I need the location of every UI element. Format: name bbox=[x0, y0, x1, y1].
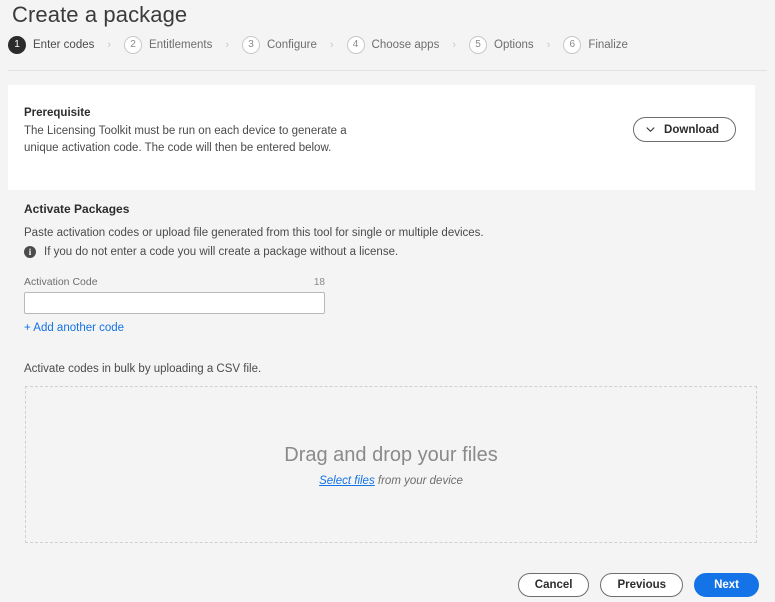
wizard-step-label: Enter codes bbox=[33, 39, 95, 51]
bulk-upload-label: Activate codes in bulk by uploading a CS… bbox=[24, 363, 262, 375]
wizard-step-number: 4 bbox=[346, 36, 365, 54]
wizard-footer: Cancel Previous Next bbox=[517, 573, 759, 597]
download-button[interactable]: Download bbox=[633, 117, 736, 142]
wizard-step-number: 5 bbox=[469, 36, 487, 54]
wizard-step-enter-codes[interactable]: 1 Enter codes bbox=[8, 36, 94, 54]
select-files-link[interactable]: Select files bbox=[319, 475, 375, 487]
wizard-stepper: 1 Enter codes › 2 Entitlements › 3 Configure › 4 C… bbox=[8, 33, 628, 57]
wizard-step-number: 6 bbox=[563, 36, 582, 54]
wizard-step-choose-apps[interactable]: 4 Choose apps bbox=[346, 36, 440, 54]
wizard-step-label: Finalize bbox=[588, 39, 628, 51]
download-button-label: Download bbox=[664, 123, 719, 136]
wizard-step-separator-icon: › bbox=[107, 39, 112, 51]
create-package-wizard: Create a package 1 Enter codes › 2 Entitleme… bbox=[0, 0, 775, 602]
dropzone-subtitle-tail: from your device bbox=[374, 474, 463, 487]
wizard-step-label: Configure bbox=[267, 39, 317, 51]
activation-code-char-counter: 18 bbox=[313, 277, 325, 288]
prerequisite-card: Prerequisite The Licensing Toolkit must … bbox=[8, 85, 755, 190]
prerequisite-title: Prerequisite bbox=[24, 107, 91, 119]
add-another-code-link[interactable]: + Add another code bbox=[24, 322, 124, 334]
activation-code-input[interactable] bbox=[24, 292, 325, 314]
wizard-step-separator-icon: › bbox=[329, 39, 334, 51]
page-title: Create a package bbox=[12, 2, 188, 27]
wizard-step-finalize[interactable]: 6 Finalize bbox=[563, 36, 628, 54]
wizard-step-label: Options bbox=[494, 39, 534, 51]
header-divider bbox=[8, 70, 767, 71]
activation-code-field-group: Activation Code 18 bbox=[24, 276, 325, 314]
wizard-step-number: 1 bbox=[8, 36, 26, 54]
wizard-step-separator-icon: › bbox=[452, 39, 456, 51]
wizard-step-label: Entitlements bbox=[149, 39, 213, 51]
wizard-step-separator-icon: › bbox=[225, 39, 229, 51]
activate-packages-subtitle: Paste activation codes or upload file ge… bbox=[24, 227, 484, 239]
activation-code-field-header: Activation Code 18 bbox=[24, 276, 325, 288]
chevron-down-icon bbox=[646, 127, 655, 132]
next-button[interactable]: Next bbox=[694, 573, 759, 597]
info-icon: i bbox=[24, 246, 36, 258]
license-info-text: If you do not enter a code you will crea… bbox=[44, 246, 399, 258]
activate-packages-title: Activate Packages bbox=[24, 202, 130, 216]
wizard-step-label: Choose apps bbox=[371, 39, 440, 51]
wizard-step-options[interactable]: 5 Options bbox=[469, 36, 534, 54]
license-info-note: i If you do not enter a code you will cr… bbox=[24, 246, 398, 258]
wizard-step-separator-icon: › bbox=[546, 39, 551, 51]
file-dropzone[interactable]: Drag and drop your files Select files fr… bbox=[25, 386, 757, 543]
cancel-button[interactable]: Cancel bbox=[517, 573, 590, 597]
previous-button[interactable]: Previous bbox=[600, 573, 684, 597]
prerequisite-description: The Licensing Toolkit must be run on eac… bbox=[24, 125, 347, 154]
wizard-step-entitlements[interactable]: 2 Entitlements bbox=[124, 36, 212, 54]
wizard-step-number: 2 bbox=[124, 36, 143, 54]
dropzone-title: Drag and drop your files bbox=[284, 443, 498, 466]
dropzone-subtitle: Select files from your device bbox=[319, 475, 463, 487]
activation-code-label: Activation Code bbox=[24, 276, 98, 288]
wizard-step-number: 3 bbox=[242, 36, 260, 54]
wizard-step-configure[interactable]: 3 Configure bbox=[242, 36, 317, 54]
